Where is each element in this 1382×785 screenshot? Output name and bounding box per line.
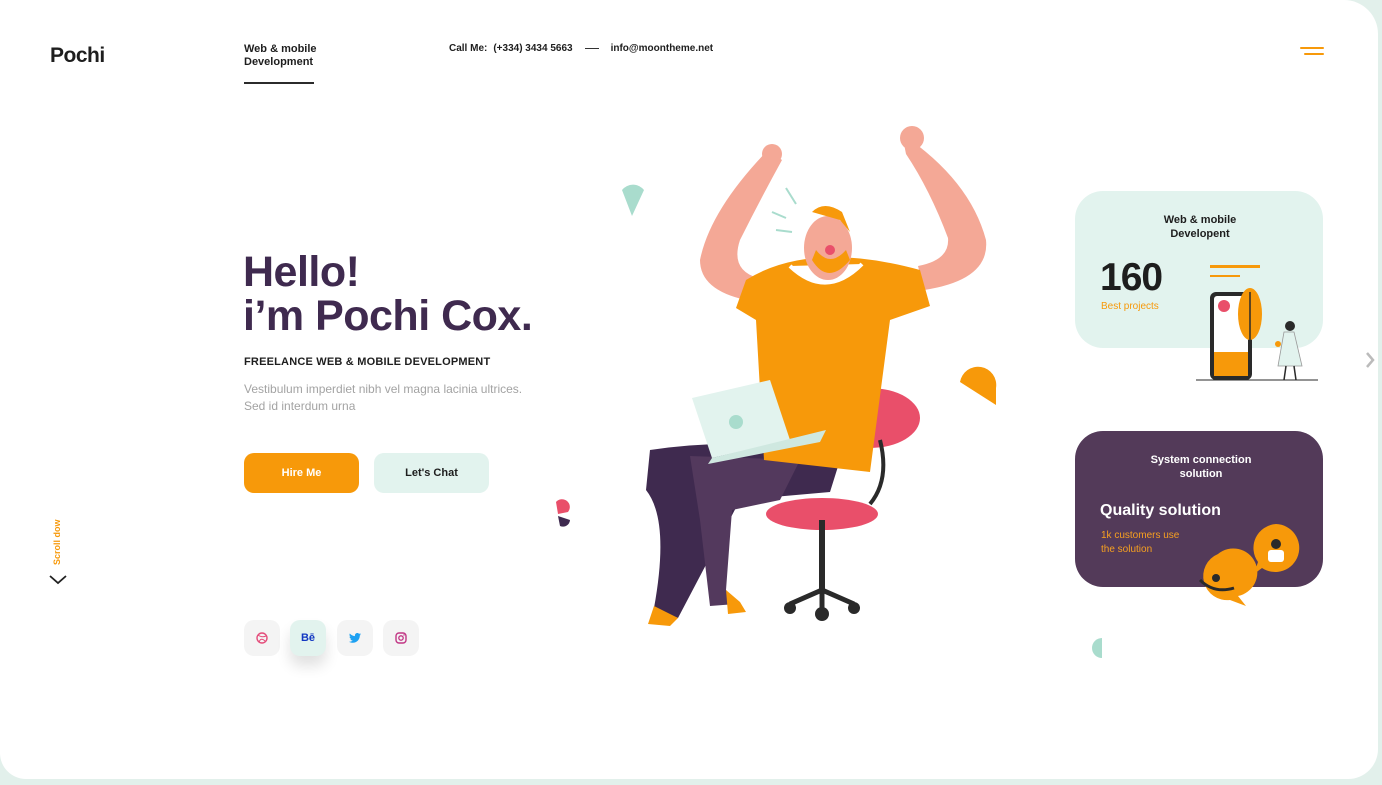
contact-divider [584,48,599,49]
dribbble-icon[interactable] [244,620,280,656]
phone-number[interactable]: (+334) 3434 5663 [493,43,572,54]
nav-link-web-mobile[interactable]: Web & mobile Development [244,43,317,84]
chat-bubbles-illustration [1198,524,1300,606]
floating-shape [960,366,997,405]
floating-shape [1092,638,1102,658]
projects-card-title-line1: Web & mobile [1163,214,1237,226]
hamburger-menu-icon[interactable] [1300,47,1324,59]
email-link[interactable]: info@moontheme.net [611,43,714,54]
quality-card-title-line2: solution [1179,468,1223,480]
twitter-icon[interactable] [337,620,373,656]
quality-card-title: System connection solution [1121,453,1281,481]
behance-glyph: Bē [300,632,316,644]
hero-title: Hello! i’m Pochi Cox. [243,248,533,340]
quality-card-title-line1: System connection [1150,454,1252,466]
next-slide-button[interactable] [1356,340,1378,380]
nav-link-line2: Development [244,56,314,68]
quality-heading: Quality solution [1100,502,1221,519]
quality-sub-line2: the solution [1101,544,1153,555]
quality-subtext: 1k customers use the solution [1101,529,1201,557]
scroll-label-text: Scroll dow [52,519,62,565]
behance-icon[interactable]: Bē [290,620,326,656]
projects-label: Best projects [1101,301,1159,312]
chevron-right-icon [1366,352,1375,368]
scroll-down-label[interactable]: Scroll dow [52,511,66,565]
floating-shape [558,516,570,527]
hire-me-button[interactable]: Hire Me [244,453,359,493]
hero-desc-line1: Vestibulum imperdiet nibh vel magna laci… [244,382,523,396]
phone-illustration [1196,265,1318,381]
floating-shape [556,499,570,514]
contact-info: Call Me: (+334) 3434 5663 info@moontheme… [449,43,713,54]
logo-dot: i [99,44,105,67]
landing-page: Pochi Web & mobile Development Call Me: … [0,0,1378,779]
quality-sub-line1: 1k customers use [1101,530,1180,541]
instagram-icon[interactable] [383,620,419,656]
lets-chat-button[interactable]: Let's Chat [374,453,489,493]
hero-illustration [556,126,997,626]
chevron-down-icon[interactable] [49,575,67,585]
logo[interactable]: Pochi [50,44,105,68]
hero-description: Vestibulum imperdiet nibh vel magna laci… [244,381,564,415]
hero-title-line2: i’m Pochi Cox. [243,292,533,340]
projects-card-title: Web & mobile Developent [1120,213,1280,241]
hero-subtitle: FREELANCE WEB & MOBILE DEVELOPMENT [244,356,491,368]
projects-card-title-line2: Developent [1170,228,1230,240]
hero-desc-line2: Sed id interdum urna [244,399,356,413]
hero-title-line1: Hello! [243,248,360,296]
projects-count: 160 [1100,256,1163,299]
call-label: Call Me: [449,43,488,54]
nav-link-line1: Web & mobile [244,43,317,55]
floating-shape [622,184,644,216]
logo-text: Poch [50,44,100,67]
